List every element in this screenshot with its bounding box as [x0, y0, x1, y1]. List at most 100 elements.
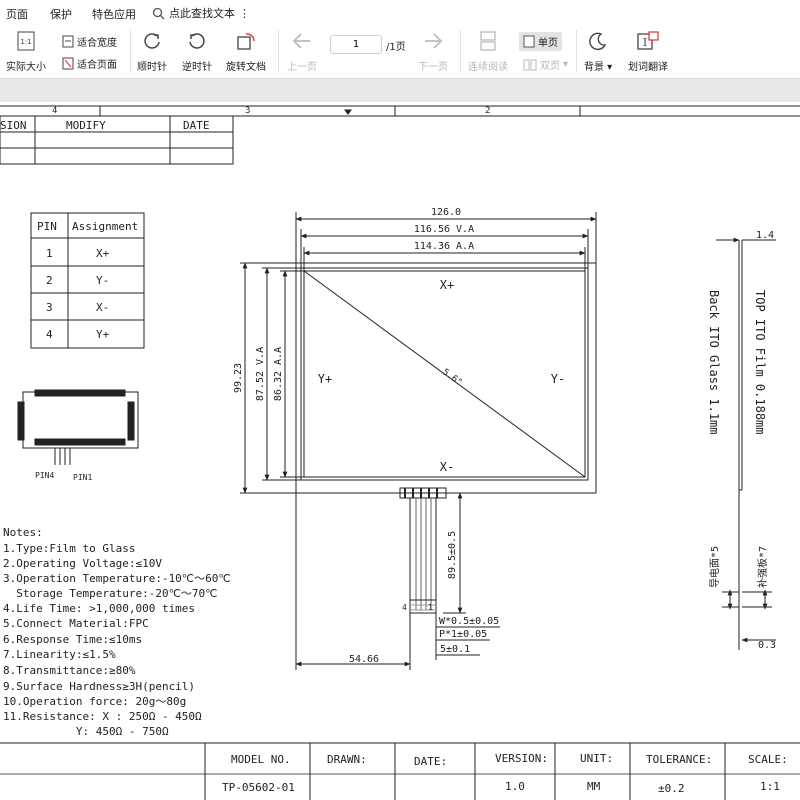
- side-glass-label: Back ITO Glass 1.1mm: [707, 290, 721, 435]
- continuous-reading-icon: [477, 30, 499, 52]
- menu-protect[interactable]: 保护: [50, 6, 72, 22]
- prev-page-label: 上一页: [287, 62, 317, 73]
- dim-thickness: 1.4: [756, 230, 774, 241]
- svg-text:I: I: [643, 36, 647, 49]
- rotate-document-label: 旋转文档: [226, 62, 266, 73]
- double-page-button[interactable]: 双页 ▾: [523, 57, 568, 72]
- dim-p-spec: P*1±0.05: [439, 629, 487, 640]
- menu-bar: 页面 保护 特色应用 点此查找文本 ⋮: [0, 0, 800, 26]
- document-page: 4 3 2 SION MODIFY DATE PIN Assignment 1 …: [0, 95, 800, 800]
- fit-page-icon: [62, 57, 74, 70]
- rotate-clockwise-label: 顺时针: [137, 62, 167, 73]
- page-number-input[interactable]: [330, 35, 382, 54]
- search-icon: [152, 7, 165, 19]
- pin-number-1: 1: [46, 247, 53, 260]
- tb-header-scale: SCALE:: [748, 753, 788, 766]
- rotate-counterclockwise-label: 逆时针: [182, 62, 212, 73]
- dim-aa-width: 114.36 A.A: [414, 241, 474, 252]
- note-5: 5.Connect Material:FPC: [3, 617, 149, 630]
- note-8: 8.Transmittance:≥80%: [3, 664, 136, 677]
- pin-assign-4: Y+: [96, 328, 110, 341]
- tb-header-model: MODEL NO.: [231, 753, 291, 766]
- double-page-icon: [523, 59, 537, 70]
- fit-width-label: 适合宽度: [77, 38, 117, 49]
- search-label: 点此查找文本: [169, 7, 235, 20]
- tail-pin-1: 1: [428, 603, 433, 612]
- dim-offset: 54.66: [349, 654, 379, 665]
- dim-tail-width: 5±0.1: [440, 644, 470, 655]
- next-page-button[interactable]: 下一页: [418, 30, 448, 73]
- pin1-label: PIN1: [73, 473, 92, 482]
- tb-tolerance-value: ±0.2: [658, 782, 685, 795]
- tail-pin-4: 4: [402, 603, 407, 612]
- rotate-counterclockwise-icon: [186, 30, 208, 52]
- tb-header-unit: UNIT:: [580, 752, 613, 765]
- fit-page-button[interactable]: 适合页面: [62, 56, 117, 71]
- dim-outer-width: 126.0: [431, 207, 461, 218]
- single-page-label: 单页: [538, 38, 558, 49]
- background-label: 背景 ▾: [584, 62, 613, 73]
- ruler-label-2: 2: [485, 106, 490, 116]
- pin-assign-3: X-: [96, 301, 109, 314]
- pin-number-4: 4: [46, 328, 53, 341]
- pin-number-3: 3: [46, 301, 53, 314]
- note-10: 10.Operation force: 20g～80g: [3, 695, 186, 708]
- find-text-search[interactable]: 点此查找文本 ⋮: [152, 5, 250, 21]
- rev-header-date: DATE: [183, 119, 210, 132]
- single-page-icon: [523, 35, 535, 48]
- panel-yplus: Y+: [318, 372, 332, 386]
- document-gap: [0, 78, 800, 102]
- tb-header-date: DATE:: [414, 755, 447, 768]
- dim-outer-height: 99.23: [233, 363, 244, 393]
- continuous-reading-button[interactable]: 连续阅读: [468, 30, 508, 73]
- tb-scale-value: 1:1: [760, 780, 780, 793]
- rev-header-version: SION: [0, 119, 27, 132]
- rotate-clockwise-icon: [141, 30, 163, 52]
- rotate-document-button[interactable]: 旋转文档: [226, 30, 266, 73]
- pin-assign-2: Y-: [96, 274, 109, 287]
- menu-page[interactable]: 页面: [6, 6, 28, 22]
- pin-assign-1: X+: [96, 247, 110, 260]
- more-icon[interactable]: ⋮: [239, 7, 250, 20]
- tb-header-drawn: DRAWN:: [327, 753, 367, 766]
- technical-drawing: 4 3 2 SION MODIFY DATE PIN Assignment 1 …: [0, 95, 800, 800]
- dim-aa-height: 86.32 A.A: [273, 347, 284, 401]
- background-button[interactable]: 背景 ▾: [584, 30, 612, 73]
- word-translate-button[interactable]: I 划词翻译: [628, 30, 668, 73]
- pin4-label: PIN4: [35, 471, 54, 480]
- continuous-reading-label: 连续阅读: [468, 62, 508, 73]
- note-4: 4.Life Time: >1,000,000 times: [3, 602, 195, 615]
- note-11b: Y: 450Ω - 750Ω: [3, 725, 169, 738]
- dim-va-height: 87.52 V.A: [255, 347, 266, 401]
- fit-width-icon: [62, 35, 74, 48]
- menu-special-apps[interactable]: 特色应用: [92, 6, 136, 22]
- single-page-button[interactable]: 单页: [519, 32, 562, 51]
- note-3: 3.Operation Temperature:-10℃～60℃: [3, 572, 231, 585]
- actual-size-icon: 1:1: [15, 30, 37, 52]
- note-1: 1.Type:Film to Glass: [3, 542, 135, 555]
- translate-icon: I: [637, 30, 659, 52]
- svg-text:1:1: 1:1: [20, 38, 31, 46]
- page-total: /1页: [386, 42, 406, 53]
- moon-icon: [587, 30, 609, 52]
- tb-model-value: TP-05602-01: [222, 781, 295, 794]
- dim-tail-bottom: 0.3: [758, 640, 776, 651]
- chevron-down-icon: ▾: [563, 59, 569, 70]
- dim-w-spec: W*0.5±0.05: [439, 616, 499, 627]
- next-page-label: 下一页: [418, 62, 448, 73]
- fit-page-label: 适合页面: [77, 60, 117, 71]
- rotate-clockwise-button[interactable]: 顺时针: [137, 30, 167, 73]
- prev-page-button[interactable]: 上一页: [287, 30, 317, 73]
- fit-width-button[interactable]: 适合宽度: [62, 34, 117, 49]
- rotate-document-icon: [235, 30, 257, 52]
- dim-tail-length: 89.5±0.5: [447, 531, 458, 579]
- panel-xplus: X+: [440, 278, 454, 292]
- rotate-counterclockwise-button[interactable]: 逆时针: [182, 30, 212, 73]
- pin-header-pin: PIN: [37, 220, 57, 233]
- tb-header-tolerance: TOLERANCE:: [646, 753, 712, 766]
- actual-size-button[interactable]: 1:1 实际大小: [6, 30, 46, 73]
- ruler-label-3: 3: [245, 106, 250, 116]
- actual-size-label: 实际大小: [6, 62, 46, 73]
- ruler-label-4: 4: [52, 106, 57, 116]
- dim-va-width: 116.56 V.A: [414, 224, 474, 235]
